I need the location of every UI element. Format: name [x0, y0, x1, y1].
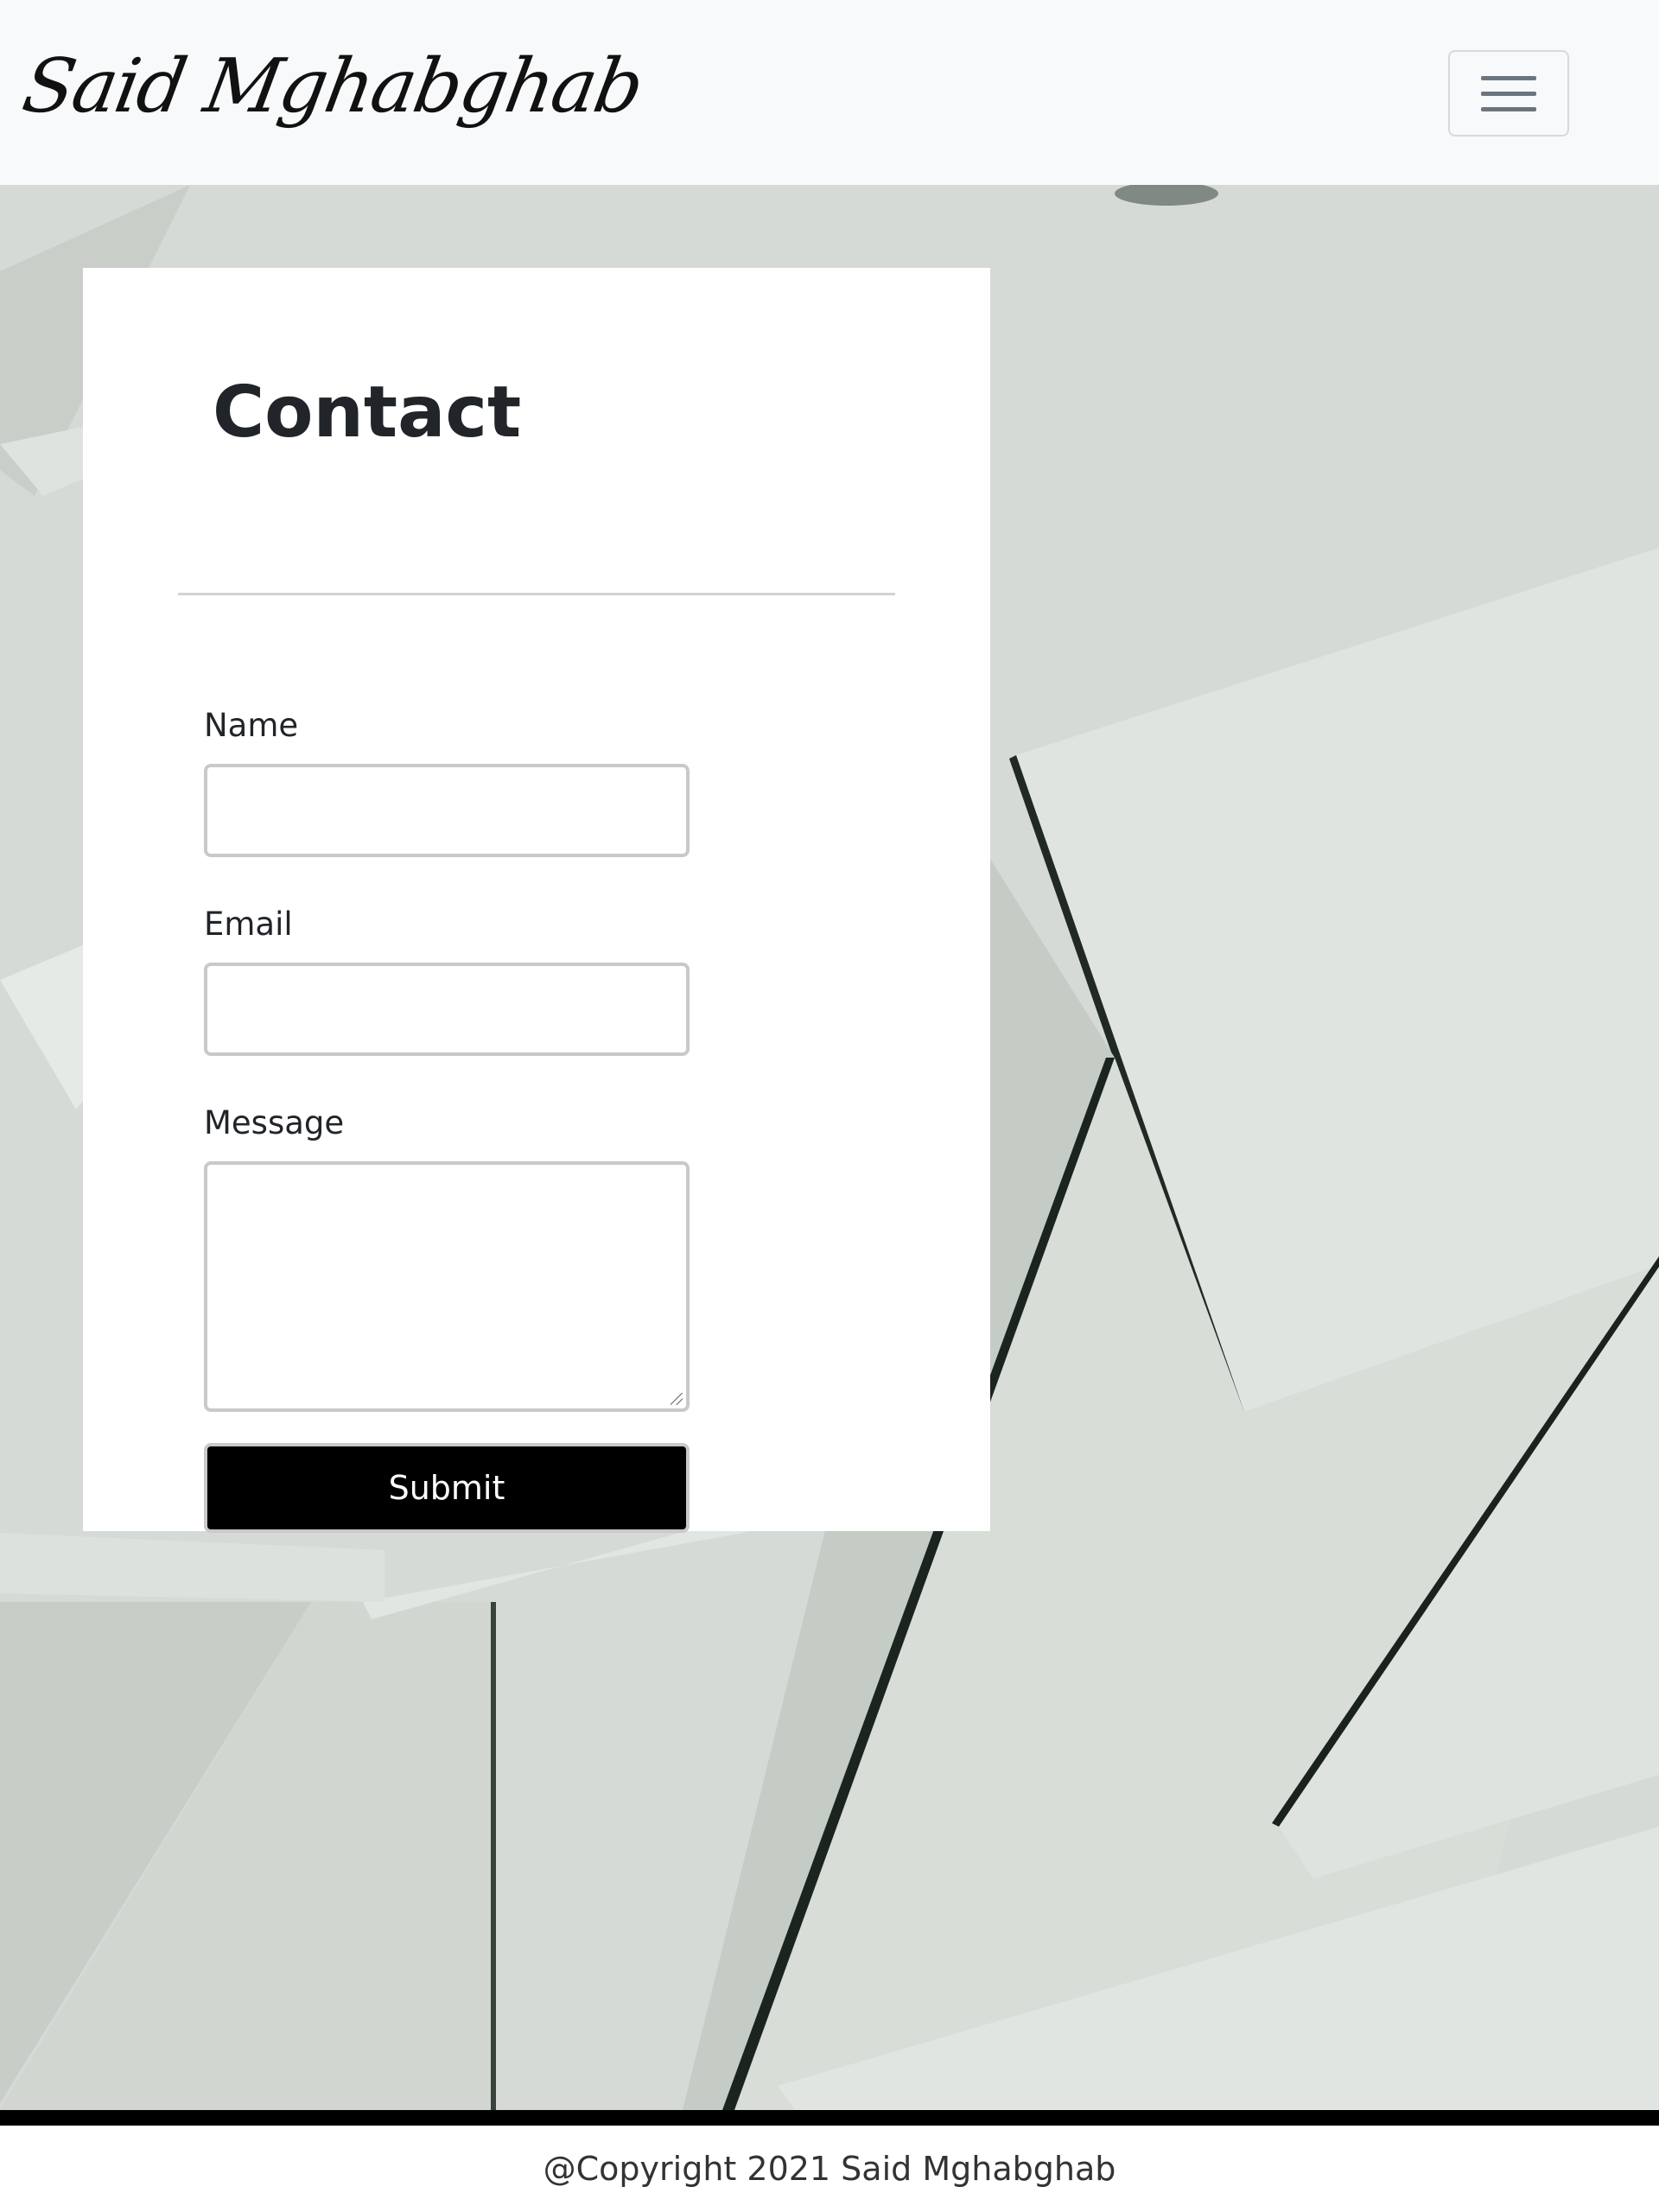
contact-title: Contact: [213, 372, 522, 454]
message-label: Message: [204, 1104, 345, 1141]
brand-logo[interactable]: Said Mghabghab: [16, 35, 648, 164]
copyright-text: @Copyright 2021 Said Mghabghab: [543, 2150, 1116, 2188]
navbar-toggler-button[interactable]: [1448, 50, 1569, 137]
brand-text[interactable]: Said Mghabghab: [16, 43, 648, 130]
title-divider: [178, 593, 895, 595]
name-label: Name: [204, 707, 299, 744]
hero-background: Contact Name Email Message Submit: [0, 185, 1659, 2110]
resize-grip-icon[interactable]: [671, 1393, 683, 1405]
navbar: Said Mghabghab: [0, 0, 1659, 185]
contact-card: Contact Name Email Message Submit: [83, 268, 990, 1533]
submit-button[interactable]: Submit: [204, 1443, 690, 1533]
footer-divider-bar: [0, 2110, 1659, 2126]
email-field[interactable]: [204, 963, 690, 1056]
footer: @Copyright 2021 Said Mghabghab: [0, 2126, 1659, 2212]
name-field[interactable]: [204, 764, 690, 857]
message-field[interactable]: [204, 1161, 690, 1412]
email-label: Email: [204, 906, 293, 943]
